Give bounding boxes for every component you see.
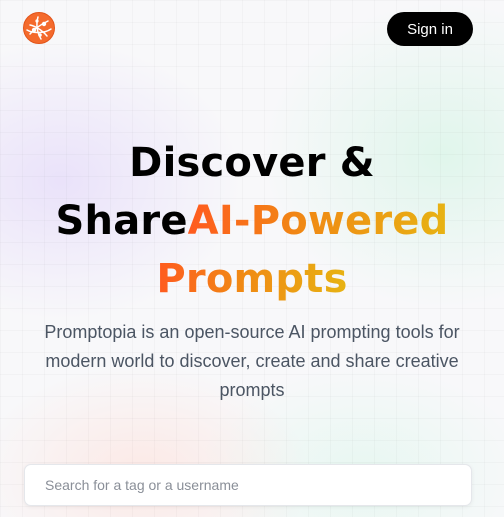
hero-section: Discover & ShareAI-Powered Prompts <box>0 134 504 308</box>
globe-icon <box>23 12 55 44</box>
logo-icon[interactable] <box>23 12 55 44</box>
sign-in-button[interactable]: Sign in <box>387 12 473 46</box>
hero-title-prompts: Prompts <box>156 256 348 302</box>
hero-title: Discover & ShareAI-Powered Prompts <box>0 134 504 308</box>
hero-description: Promptopia is an open-source AI promptin… <box>44 322 460 400</box>
search-input[interactable] <box>24 464 472 506</box>
hero-title-line1: Discover & <box>129 140 375 186</box>
hero-title-ai-powered: AI-Powered <box>187 198 449 244</box>
hero-title-share: Share <box>55 198 188 244</box>
